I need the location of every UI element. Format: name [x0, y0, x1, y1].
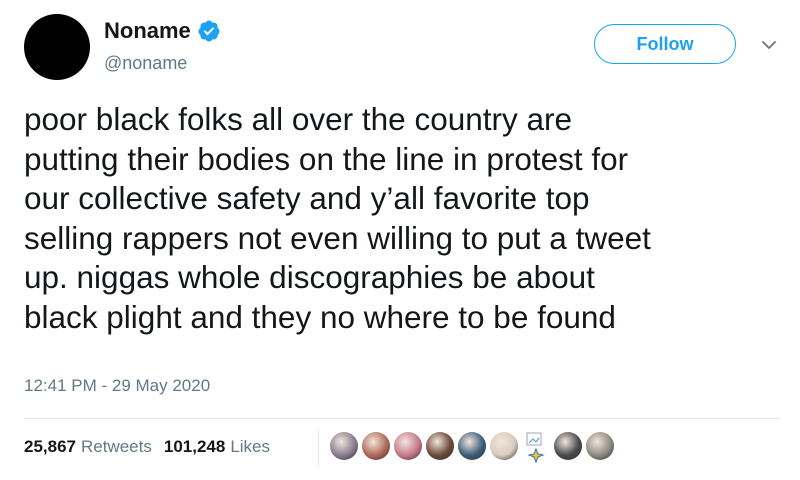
liker-avatars [330, 432, 614, 464]
tweet-text-line: selling rappers not even willing to put … [24, 219, 651, 256]
retweets-stat[interactable]: 25,867 Retweets [24, 436, 152, 458]
tweet-timestamp[interactable]: 12:41 PM - 29 May 2020 [24, 376, 210, 396]
chevron-down-icon[interactable] [760, 36, 778, 54]
follow-button[interactable]: Follow [594, 24, 736, 64]
likes-label: Likes [230, 437, 271, 456]
avatar[interactable] [24, 14, 90, 80]
liker-avatar[interactable] [362, 432, 390, 460]
tweet-text-line: putting their bodies on the line in prot… [24, 140, 629, 177]
likes-stat[interactable]: 101,248 Likes [164, 436, 270, 458]
likes-count: 101,248 [163, 437, 226, 456]
verified-badge-icon [197, 19, 221, 43]
author-name-row: Noname [104, 18, 221, 44]
liker-avatar[interactable] [426, 432, 454, 460]
liker-avatar[interactable] [330, 432, 358, 460]
tweet-text: poor black folks all over the country ar… [24, 100, 774, 337]
liker-avatar[interactable] [394, 432, 422, 460]
liker-avatar[interactable] [490, 432, 518, 460]
tweet-text-line: up. niggas whole discographies be about [24, 259, 595, 295]
divider [24, 418, 780, 419]
liker-avatar-broken-image-icon[interactable] [522, 432, 550, 464]
liker-avatar[interactable] [554, 432, 582, 460]
tweet-text-line: black plight and they no where to be fou… [24, 298, 616, 335]
display-name[interactable]: Noname [104, 18, 191, 44]
stats-separator [318, 430, 319, 466]
user-handle[interactable]: @noname [104, 52, 187, 74]
tweet-text-line: our collective safety and y’all favorite… [24, 180, 590, 216]
tweet-text-line: poor black folks all over the country ar… [24, 101, 573, 137]
tweet-stats: 25,867 Retweets 101,248 Likes [24, 436, 270, 458]
liker-avatar[interactable] [458, 432, 486, 460]
liker-avatar[interactable] [586, 432, 614, 460]
retweets-label: Retweets [81, 437, 152, 456]
tweet-card: Noname @noname Follow poor black folks a… [0, 0, 800, 480]
retweets-count: 25,867 [24, 437, 76, 456]
